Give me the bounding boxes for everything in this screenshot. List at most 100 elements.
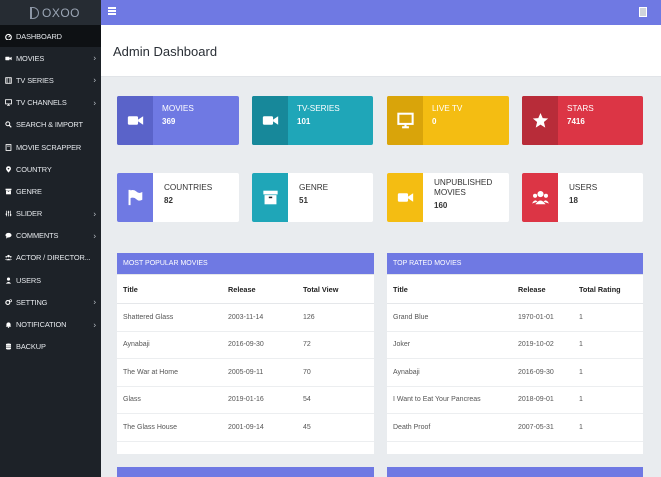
table-cell: 54 (297, 386, 374, 414)
video-camera-icon (252, 96, 288, 145)
sidebar-nav: DASHBOARD MOVIES › TV SERIES › TV CHANNELS › SE… (0, 25, 101, 358)
table-cell: 72 (297, 331, 374, 359)
menu-toggle-icon[interactable] (108, 7, 116, 15)
table-row[interactable]: Joker 2019-10-02 1 (387, 331, 643, 359)
sidebar: OXOO DASHBOARD MOVIES › TV SERIES › TV CHANNE… (0, 0, 101, 477)
stat-card-stars[interactable]: STARS 7416 (522, 96, 643, 145)
sidebar-item-comments[interactable]: COMMENTS › (0, 225, 101, 247)
column-header: Title (387, 274, 512, 304)
star-icon (522, 96, 558, 145)
table-row[interactable]: Glass 2019-01-16 54 (117, 386, 374, 414)
sidebar-item-movies[interactable]: MOVIES › (0, 47, 101, 69)
sidebar-item-label: MOVIES (16, 53, 45, 63)
stat-value: 82 (164, 196, 173, 205)
sidebar-item-label: COMMENTS (16, 231, 59, 241)
flag-icon (117, 173, 153, 222)
sidebar-item-label: MOVIE SCRAPPER (16, 142, 82, 152)
stat-card-unpublished-movies[interactable]: UNPUBLISHED MOVIES 160 (387, 173, 509, 222)
top-rated-title: TOP RATED MOVIES (387, 253, 643, 274)
sidebar-item-genre[interactable]: GENRE (0, 180, 101, 202)
stat-label: UNPUBLISHED MOVIES (434, 178, 493, 197)
video-camera-icon (387, 173, 423, 222)
sidebar-item-search-import[interactable]: SEARCH & IMPORT (0, 114, 101, 136)
sidebar-item-tv-channels[interactable]: TV CHANNELS › (0, 92, 101, 114)
stat-label: MOVIES (162, 104, 194, 113)
sidebar-item-setting[interactable]: SETTING › (0, 291, 101, 313)
chevron-right-icon: › (93, 53, 96, 63)
sidebar-item-backup[interactable]: BACKUP (0, 336, 101, 358)
stat-value: 101 (297, 117, 311, 126)
sidebar-item-label: DASHBOARD (16, 31, 62, 41)
chevron-right-icon: › (93, 98, 96, 108)
table-cell: Aynabaji (387, 358, 512, 387)
sidebar-item-tv-series[interactable]: TV SERIES › (0, 69, 101, 91)
sidebar-item-users[interactable]: USERS (0, 269, 101, 291)
sidebar-item-notification[interactable]: NOTIFICATION › (0, 313, 101, 335)
table-cell: Aynabaji (117, 331, 222, 359)
page-header: Admin Dashboard (101, 25, 661, 77)
table-cell: 2005-09-11 (222, 358, 297, 387)
table-cell: Death Proof (387, 413, 512, 442)
users-group-icon (522, 173, 558, 222)
sidebar-item-dashboard[interactable]: DASHBOARD (0, 25, 101, 48)
table-row[interactable]: Shattered Glass 2003-11-14 126 (117, 303, 374, 332)
stat-label: GENRE (299, 183, 329, 192)
archive-icon (5, 188, 12, 195)
top-rated-table: Title Release Total Rating Grand Blue 1970-… (387, 274, 643, 442)
table-cell: 2019-10-02 (512, 331, 573, 359)
sidebar-item-label: SEARCH & IMPORT (16, 120, 83, 130)
search-icon (5, 121, 12, 129)
stat-value: 160 (434, 201, 448, 210)
bell-icon (5, 321, 12, 328)
stat-card-tv-series[interactable]: TV-SERIES 101 (252, 96, 373, 145)
chevron-right-icon: › (93, 75, 96, 85)
sidebar-item-movie-scrapper[interactable]: MOVIE SCRAPPER (0, 136, 101, 158)
sidebar-item-actor-director[interactable]: ACTOR / DIRECTOR... (0, 247, 101, 269)
chevron-right-icon: › (93, 320, 96, 330)
comment-icon (5, 232, 12, 239)
stat-card-movies[interactable]: MOVIES 369 (117, 96, 239, 145)
column-header: Title (117, 274, 222, 304)
table-cell: 1 (573, 413, 643, 442)
sidebar-item-label: USERS (16, 275, 41, 285)
stat-card-countries[interactable]: COUNTRIES 82 (117, 173, 239, 222)
stat-card-live-tv[interactable]: LIVE TV 0 (387, 96, 509, 145)
table-row[interactable]: I Want to Eat Your Pancreas 2018-09-01 1 (387, 386, 643, 414)
table-row[interactable]: Aynabaji 2016-09-30 72 (117, 331, 374, 359)
sidebar-item-label: COUNTRY (16, 164, 52, 174)
sidebar-item-slider[interactable]: SLIDER › (0, 203, 101, 225)
table-row[interactable]: Grand Blue 1970-01-01 1 (387, 303, 643, 332)
most-popular-panel: MOST POPULAR MOVIES Title Release Total Vi… (117, 253, 374, 454)
table-cell: 1970-01-01 (512, 303, 573, 332)
table-row[interactable]: Aynabaji 2016-09-30 1 (387, 358, 643, 387)
table-cell: 2016-09-30 (512, 358, 573, 387)
sidebar-item-label: TV SERIES (16, 75, 54, 85)
table-cell: Shattered Glass (117, 303, 222, 332)
table-row[interactable]: The War at Home 2005-09-11 70 (117, 358, 374, 387)
stat-label: USERS (569, 183, 598, 192)
table-cell: 1 (573, 331, 643, 359)
table-row[interactable]: The Glass House 2001-09-14 45 (117, 413, 374, 442)
stat-label: LIVE TV (432, 104, 463, 113)
table-cell: 1 (573, 386, 643, 414)
user-icon (5, 277, 12, 284)
table-cell: 2018-09-01 (512, 386, 573, 414)
stat-label: COUNTRIES (164, 183, 213, 192)
monitor-icon (5, 99, 12, 106)
table-cell: 45 (297, 413, 374, 442)
table-cell: 2019-01-16 (222, 386, 297, 414)
gears-icon (5, 299, 12, 306)
user-avatar[interactable] (639, 7, 647, 17)
table-row[interactable]: Death Proof 2007-05-31 1 (387, 413, 643, 442)
stat-value: 18 (569, 196, 578, 205)
sidebar-item-label: TV CHANNELS (16, 98, 67, 108)
table-cell: 70 (297, 358, 374, 387)
stat-card-users[interactable]: USERS 18 (522, 173, 643, 222)
table-cell: Joker (387, 331, 512, 359)
film-icon (5, 77, 12, 84)
sidebar-item-country[interactable]: COUNTRY (0, 158, 101, 180)
table-cell: Grand Blue (387, 303, 512, 332)
sidebar-item-label: SETTING (16, 297, 48, 307)
stat-card-genre[interactable]: GENRE 51 (252, 173, 373, 222)
logo[interactable]: OXOO (0, 0, 101, 25)
